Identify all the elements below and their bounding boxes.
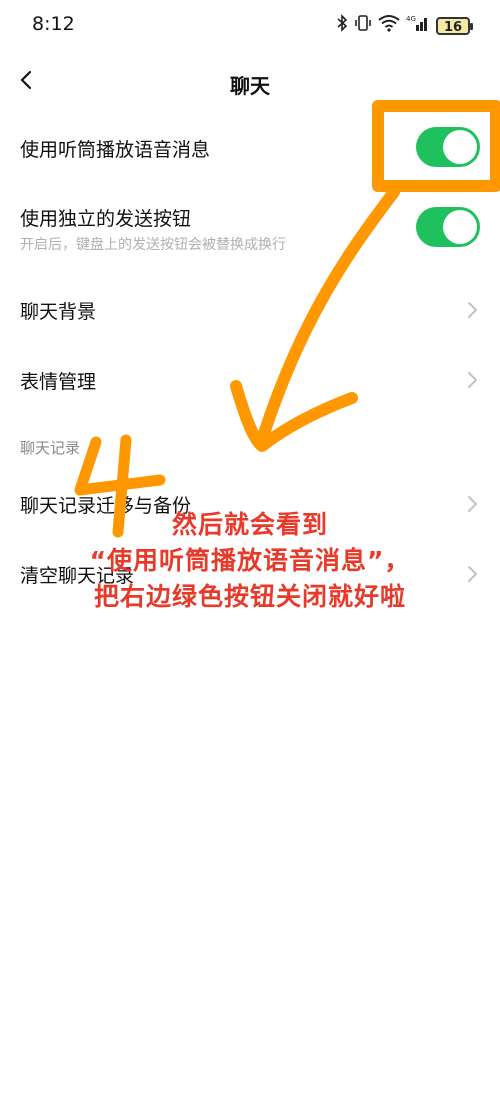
toggle-knob <box>443 210 477 244</box>
setting-separate-send-sublabel: 开启后，键盘上的发送按钮会被替换成换行 <box>20 237 286 253</box>
setting-chat-background-label: 聊天背景 <box>20 301 97 323</box>
setting-sticker-management-label: 表情管理 <box>20 371 97 393</box>
vibrate-icon <box>354 14 372 37</box>
wifi-icon <box>378 14 400 37</box>
earpiece-voice-toggle[interactable] <box>416 127 480 167</box>
setting-separate-send: 使用独立的发送按钮 开启后，键盘上的发送按钮会被替换成换行 <box>0 192 500 266</box>
setting-separate-send-label: 使用独立的发送按钮 <box>20 208 192 230</box>
svg-text:4G: 4G <box>406 15 416 23</box>
chevron-right-icon <box>468 302 477 318</box>
annotation-line-2: “使用听筒播放语音消息”， <box>89 546 411 575</box>
battery-icon: 16 <box>436 16 473 35</box>
setting-earpiece-voice: 使用听筒播放语音消息 <box>0 118 500 178</box>
nav-bar: 聊天 <box>0 52 500 112</box>
toggle-knob <box>443 130 477 164</box>
status-icons: 4G 16 <box>336 14 473 37</box>
status-bar: 8:12 4G 16 <box>0 0 500 52</box>
setting-chat-background[interactable]: 聊天背景 <box>0 280 500 340</box>
separate-send-toggle[interactable] <box>416 207 480 247</box>
chevron-right-icon <box>468 372 477 388</box>
annotation-line-3: 把右边绿色按钮关闭就好啦 <box>93 582 406 611</box>
status-time: 8:12 <box>32 13 75 35</box>
page-title: 聊天 <box>230 74 270 98</box>
4g-signal-icon: 4G <box>406 14 430 37</box>
bluetooth-icon <box>336 14 348 37</box>
section-header-chat-history: 聊天记录 <box>20 439 81 457</box>
setting-sticker-management[interactable]: 表情管理 <box>0 350 500 410</box>
annotation-line-1: 然后就会看到 <box>171 510 328 539</box>
setting-earpiece-voice-label: 使用听筒播放语音消息 <box>20 139 211 161</box>
